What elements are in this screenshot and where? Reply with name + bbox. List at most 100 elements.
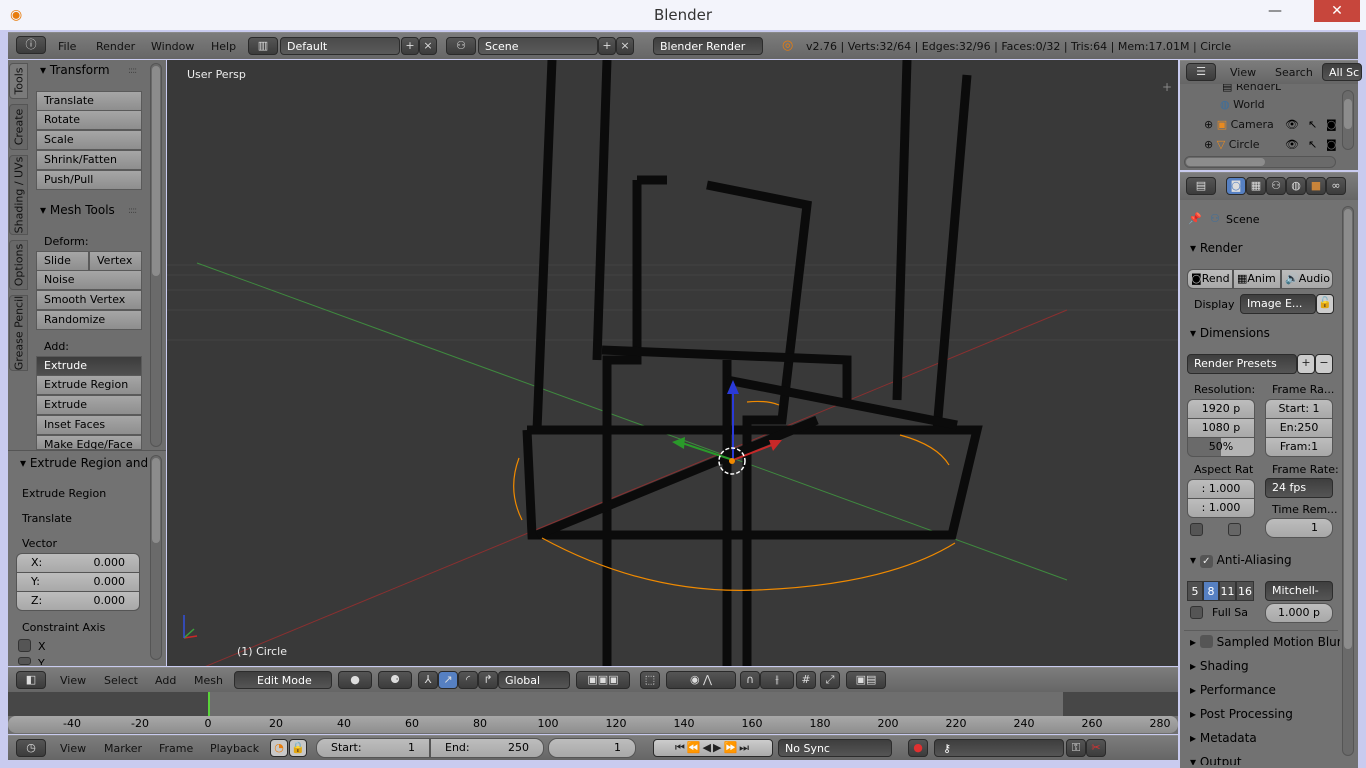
- extrude-individual-button[interactable]: Extrude Individual: [36, 395, 142, 429]
- select-mode-buttons[interactable]: ▣▣▣: [576, 671, 630, 689]
- record-button[interactable]: ●: [908, 739, 928, 757]
- viewport-shading-dropdown[interactable]: ●: [338, 671, 372, 689]
- operator-scrollbar[interactable]: [150, 455, 162, 660]
- push-pull-button[interactable]: Push/Pull: [36, 170, 142, 190]
- menu-view[interactable]: View: [60, 742, 86, 755]
- vector-z-field[interactable]: Z: 0.000: [16, 591, 140, 611]
- manipulator-toggle-icon[interactable]: ⅄: [418, 671, 438, 689]
- tab-shading-uvs[interactable]: Shading / UVs: [9, 155, 28, 235]
- vector-y-field[interactable]: Y: 0.000: [16, 572, 140, 592]
- anti-aliasing-panel-header[interactable]: ▾ ✓ Anti-Aliasing: [1190, 553, 1292, 568]
- current-frame-indicator[interactable]: [208, 692, 210, 716]
- noise-button[interactable]: Noise: [36, 270, 142, 290]
- add-preset-button[interactable]: +: [1297, 354, 1315, 374]
- constraint-y-checkbox[interactable]: [18, 657, 31, 665]
- translate-manipulator-icon[interactable]: ↗: [438, 671, 458, 689]
- render-image-button[interactable]: ◙Rend: [1187, 269, 1233, 289]
- shrink-fatten-button[interactable]: Shrink/Fatten: [36, 150, 142, 170]
- editor-type-info-button[interactable]: ⓘ: [16, 36, 46, 54]
- playback-controls[interactable]: ⏮⏪◀▶⏩⏭: [653, 739, 773, 757]
- inset-faces-button[interactable]: Inset Faces: [36, 415, 142, 435]
- vertex-slide-button[interactable]: Vertex: [89, 251, 142, 271]
- lock-icon[interactable]: 🔒: [289, 739, 307, 757]
- motion-blur-panel-header[interactable]: ▸ Sampled Motion Blur: [1190, 635, 1340, 649]
- frame-step-field[interactable]: Fram:1: [1265, 437, 1333, 457]
- selectable-cursor-icon[interactable]: ↖: [1308, 138, 1317, 151]
- snap-element-dropdown[interactable]: ⫲: [760, 671, 794, 689]
- aa-samples-16[interactable]: 16: [1236, 581, 1254, 601]
- menu-view[interactable]: View: [1230, 66, 1256, 79]
- start-frame-field[interactable]: Start: 1: [316, 738, 430, 758]
- delete-layout-button[interactable]: ×: [419, 37, 437, 55]
- pivot-point-dropdown[interactable]: ⚈: [378, 671, 412, 689]
- scene-field[interactable]: Scene: [478, 37, 598, 55]
- current-frame-field[interactable]: 1: [548, 738, 636, 758]
- snap-toggle-icon[interactable]: ∩: [740, 671, 760, 689]
- extrude-region-button[interactable]: Extrude Region: [36, 375, 142, 395]
- outliner-hscrollbar[interactable]: [1184, 156, 1336, 168]
- add-scene-button[interactable]: +: [598, 37, 616, 55]
- render-preview-icons[interactable]: ▣▤: [846, 671, 886, 689]
- menu-add[interactable]: Add: [155, 674, 176, 687]
- editor-type-outliner-button[interactable]: ☰: [1186, 63, 1216, 81]
- renderable-camera-icon[interactable]: ◙: [1326, 138, 1337, 151]
- aa-samples-selector[interactable]: 5 8 11 16: [1187, 581, 1254, 601]
- aa-samples-5[interactable]: 5: [1187, 581, 1203, 601]
- filter-size-field[interactable]: 1.000 p: [1265, 603, 1333, 623]
- mesh-tools-panel-header[interactable]: ▾ Mesh Tools: [40, 203, 115, 217]
- scale-manipulator-icon[interactable]: ↱: [478, 671, 498, 689]
- smooth-vertex-button[interactable]: Smooth Vertex: [36, 290, 142, 310]
- render-animation-button[interactable]: ▦Anim: [1233, 269, 1281, 289]
- render-context-icon[interactable]: ◙: [1226, 177, 1246, 195]
- resolution-y-field[interactable]: 1080 p: [1187, 418, 1255, 438]
- slide-edge-button[interactable]: Slide Ed: [36, 251, 89, 285]
- tab-create[interactable]: Create: [9, 104, 28, 150]
- outliner-item-circle[interactable]: ⊕ ▽ Circle: [1204, 138, 1260, 151]
- object-context-icon[interactable]: ■: [1306, 177, 1326, 195]
- menu-window[interactable]: Window: [151, 40, 194, 53]
- vector-x-field[interactable]: X: 0.000: [16, 553, 140, 573]
- resolution-x-field[interactable]: 1920 p: [1187, 399, 1255, 419]
- delete-scene-button[interactable]: ×: [616, 37, 634, 55]
- insert-keyframe-icon[interactable]: ⚿: [1066, 739, 1086, 757]
- world-context-icon[interactable]: ◍: [1286, 177, 1306, 195]
- render-engine-dropdown[interactable]: Blender Render: [653, 37, 763, 55]
- performance-panel-header[interactable]: ▸ Performance: [1190, 683, 1276, 697]
- menu-frame[interactable]: Frame: [159, 742, 193, 755]
- menu-marker[interactable]: Marker: [104, 742, 142, 755]
- pin-icon[interactable]: 📌: [1188, 212, 1202, 225]
- shading-panel-header[interactable]: ▸ Shading: [1190, 659, 1249, 673]
- metadata-panel-header[interactable]: ▸ Metadata: [1190, 731, 1257, 745]
- display-mode-dropdown[interactable]: All Sc: [1322, 63, 1362, 81]
- menu-playback[interactable]: Playback: [210, 742, 259, 755]
- editor-type-timeline-button[interactable]: ◷: [16, 739, 46, 757]
- close-button[interactable]: ✕: [1314, 0, 1360, 22]
- transform-orientation-dropdown[interactable]: Global: [498, 671, 570, 689]
- tab-options[interactable]: Options: [9, 240, 28, 290]
- aa-samples-8[interactable]: 8: [1203, 581, 1219, 601]
- anti-aliasing-checkbox[interactable]: ✓: [1199, 555, 1213, 568]
- 3d-viewport[interactable]: User Persp (1) Circle +: [167, 60, 1178, 666]
- renderable-camera-icon[interactable]: ◙: [1326, 118, 1337, 131]
- minimize-button[interactable]: —: [1253, 0, 1297, 22]
- delete-keyframe-icon[interactable]: ✂: [1086, 739, 1106, 757]
- render-audio-button[interactable]: 🔊Audio: [1281, 269, 1333, 289]
- occlude-geometry-icon[interactable]: ⬚: [640, 671, 660, 689]
- scene-icon[interactable]: ⚇: [446, 37, 476, 55]
- outliner-item-world[interactable]: ◍ World: [1220, 98, 1265, 111]
- timeline-scrubber[interactable]: [8, 716, 1178, 733]
- dimensions-panel-header[interactable]: ▾ Dimensions: [1190, 326, 1270, 340]
- render-presets-dropdown[interactable]: Render Presets: [1187, 354, 1297, 374]
- toolshelf-scrollbar[interactable]: [150, 63, 162, 447]
- make-edge-face-button[interactable]: Make Edge/Face: [36, 435, 142, 450]
- editor-type-properties-button[interactable]: ▤: [1186, 177, 1216, 195]
- preview-range-icon[interactable]: ◔: [270, 739, 288, 757]
- time-remapping-field[interactable]: 1: [1265, 518, 1333, 538]
- menu-help[interactable]: Help: [211, 40, 236, 53]
- add-layout-button[interactable]: +: [401, 37, 419, 55]
- properties-scrollbar[interactable]: [1342, 206, 1354, 756]
- scale-button[interactable]: Scale: [36, 130, 142, 150]
- selectable-cursor-icon[interactable]: ↖: [1308, 118, 1317, 131]
- outliner-vscrollbar[interactable]: [1342, 90, 1354, 150]
- tab-grease-pencil[interactable]: Grease Pencil: [9, 295, 28, 371]
